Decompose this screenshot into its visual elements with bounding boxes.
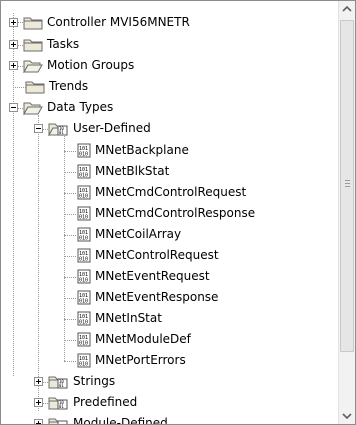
tree-node-label: MNetBlkStat <box>95 164 170 178</box>
expand-plus-icon[interactable] <box>9 18 18 27</box>
vertical-scrollbar[interactable] <box>338 1 355 424</box>
expand-plus-icon[interactable] <box>9 40 18 49</box>
controller-organizer-panel: Controller MVI56MNETR Tasks Motion Group… <box>0 0 356 425</box>
svg-text:010: 010 <box>79 278 88 284</box>
data-type-icon: 101 010 <box>77 143 91 158</box>
tree-node-label: Tasks <box>47 37 80 51</box>
tree-node-data-types[interactable]: Data Types <box>1 97 331 118</box>
tree-node-data-type[interactable]: 101 010 MNetCmdControlResponse <box>1 203 331 224</box>
grip-line <box>345 183 350 184</box>
tree-node-data-type[interactable]: 101 010 MNetBackplane <box>1 140 331 161</box>
svg-text:010: 010 <box>79 257 88 263</box>
svg-text:01: 01 <box>59 383 64 388</box>
tree-node-label: User-Defined <box>73 121 151 135</box>
data-type-icon: 101 010 <box>77 248 91 263</box>
tree-node-controller[interactable]: Controller MVI56MNETR <box>1 12 331 33</box>
tree-node-label: Trends <box>49 79 89 93</box>
tree-node-label: Predefined <box>73 395 138 409</box>
tree-node-data-type[interactable]: 101 010 MNetBlkStat <box>1 161 331 182</box>
tree-node-label: Strings <box>73 374 116 388</box>
collapse-minus-icon[interactable] <box>9 103 18 112</box>
tree-node-label: MNetEventRequest <box>95 269 210 283</box>
grip-line <box>345 180 350 181</box>
open-folder-icon <box>23 102 43 115</box>
tree-node-data-type[interactable]: 101 010 MNetPortErrors <box>1 350 331 371</box>
tree-node-label: MNetCmdControlRequest <box>95 185 247 199</box>
data-type-folder-icon: 10 01 <box>48 397 68 410</box>
tree-node-data-type[interactable]: 101 010 MNetCmdControlRequest <box>1 182 331 203</box>
open-folder-icon <box>23 60 43 73</box>
data-type-icon: 101 010 <box>77 164 91 179</box>
tree-node-label: MNetEventResponse <box>95 290 219 304</box>
data-type-icon: 101 010 <box>77 290 91 305</box>
tree-node-motion-groups[interactable]: Motion Groups <box>1 55 331 76</box>
data-type-icon: 101 010 <box>77 353 91 368</box>
data-type-icon: 101 010 <box>77 206 91 221</box>
tree-node-data-type[interactable]: 101 010 MNetControlRequest <box>1 245 331 266</box>
tree-node-data-type[interactable]: 101 010 MNetInStat <box>1 308 331 329</box>
svg-text:010: 010 <box>79 362 88 368</box>
tree-node-label: MNetModuleDef <box>95 332 191 346</box>
tree-node-label: MNetInStat <box>95 311 162 325</box>
tree-node-data-type[interactable]: 101 010 MNetModuleDef <box>1 329 331 350</box>
svg-text:010: 010 <box>79 299 88 305</box>
tree-node-label: Controller MVI56MNETR <box>47 15 190 29</box>
data-type-icon: 101 010 <box>77 332 91 347</box>
svg-text:01: 01 <box>59 130 64 135</box>
tree-node-label: MNetControlRequest <box>95 248 219 262</box>
expand-plus-icon[interactable] <box>34 419 43 424</box>
tree-node-label: MNetCoilArray <box>95 227 182 241</box>
tree-node-label: Motion Groups <box>47 58 135 72</box>
data-type-icon: 101 010 <box>77 269 91 284</box>
svg-text:010: 010 <box>79 194 88 200</box>
svg-text:010: 010 <box>79 236 88 242</box>
tree-node-label: Data Types <box>47 100 114 114</box>
expand-plus-icon[interactable] <box>9 61 18 70</box>
tree-node-label: MNetCmdControlResponse <box>95 206 256 220</box>
tree-node-label: MNetPortErrors <box>95 353 186 367</box>
collapse-minus-icon[interactable] <box>34 124 43 133</box>
tree-node-data-type[interactable]: 101 010 MNetEventResponse <box>1 287 331 308</box>
svg-text:010: 010 <box>79 152 88 158</box>
chevron-down-icon <box>342 413 352 420</box>
expand-plus-icon[interactable] <box>34 398 43 407</box>
tree-node-module-defined[interactable]: Module-Defined <box>1 413 331 424</box>
svg-text:010: 010 <box>79 173 88 179</box>
tree-node-user-defined[interactable]: 10 01 User-Defined <box>1 118 331 139</box>
svg-text:010: 010 <box>79 341 88 347</box>
project-tree: Controller MVI56MNETR Tasks Motion Group… <box>1 1 337 424</box>
open-data-type-folder-icon: 10 01 <box>48 123 68 136</box>
expand-plus-icon[interactable] <box>34 377 43 386</box>
data-type-folder-icon <box>48 418 68 424</box>
grip-line <box>345 186 350 187</box>
tree-node-data-type[interactable]: 101 010 MNetCoilArray <box>1 224 331 245</box>
scrollbar-thumb[interactable] <box>340 20 354 352</box>
tree-node-strings[interactable]: 10 01 Strings <box>1 371 331 392</box>
data-type-icon: 101 010 <box>77 311 91 326</box>
tree-node-tasks[interactable]: Tasks <box>1 34 331 55</box>
folder-icon <box>23 17 43 30</box>
data-type-folder-icon: 10 01 <box>48 376 68 389</box>
chevron-up-icon <box>342 5 352 12</box>
tree-node-predefined[interactable]: 10 01 Predefined <box>1 392 331 413</box>
data-type-icon: 101 010 <box>77 227 91 242</box>
folder-icon <box>23 39 43 52</box>
tree-node-trends[interactable]: Trends <box>1 76 331 97</box>
svg-text:01: 01 <box>59 404 64 409</box>
folder-icon <box>25 81 45 94</box>
scroll-up-button[interactable] <box>339 1 355 18</box>
tree-node-label: Module-Defined <box>73 416 168 424</box>
tree-node-label: MNetBackplane <box>95 143 189 157</box>
tree-node-data-type[interactable]: 101 010 MNetEventRequest <box>1 266 331 287</box>
scroll-down-button[interactable] <box>339 407 355 424</box>
svg-text:010: 010 <box>79 320 88 326</box>
data-type-icon: 101 010 <box>77 185 91 200</box>
svg-text:010: 010 <box>79 215 88 221</box>
